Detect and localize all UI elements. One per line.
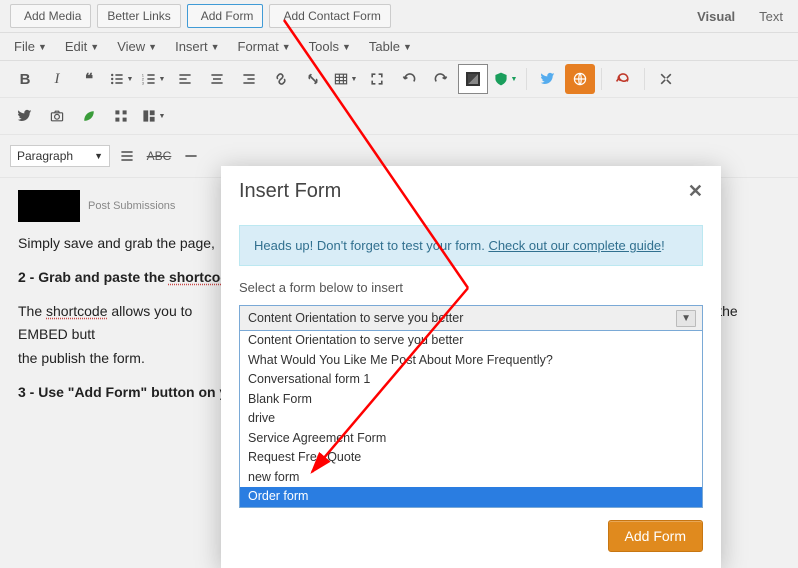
- add-form-button-top[interactable]: Add Form: [187, 4, 264, 28]
- link-button[interactable]: [266, 64, 296, 94]
- insert-table-button[interactable]: ▼: [330, 64, 360, 94]
- form-option[interactable]: Conversational form 1: [240, 370, 702, 390]
- leaf-icon[interactable]: [74, 101, 104, 131]
- better-links-label: Better Links: [107, 9, 170, 23]
- menu-insert[interactable]: Insert ▼: [175, 39, 219, 54]
- modal-title: Insert Form: [239, 180, 341, 203]
- form-option[interactable]: drive: [240, 409, 702, 429]
- menu-tools[interactable]: Tools ▼: [309, 39, 351, 54]
- blockquote-button[interactable]: ❝: [74, 64, 104, 94]
- twitter-icon-2[interactable]: [10, 101, 40, 131]
- shield-icon[interactable]: ▼: [490, 64, 520, 94]
- camera-icon[interactable]: [42, 101, 72, 131]
- formatting-toolbar-2: ▼: [0, 98, 798, 135]
- justify-button[interactable]: [112, 141, 142, 171]
- add-media-button[interactable]: Add Media: [10, 4, 91, 28]
- menu-table[interactable]: Table ▼: [369, 39, 412, 54]
- media-buttons-row: Add Media Better Links Add Form Add Cont…: [0, 0, 798, 33]
- guide-link[interactable]: Check out our complete guide: [488, 238, 661, 253]
- form-select[interactable]: Content Orientation to serve you better: [239, 305, 703, 331]
- chevron-down-icon: ▼: [211, 42, 220, 52]
- italic-button[interactable]: I: [42, 64, 72, 94]
- form-option[interactable]: new form: [240, 468, 702, 488]
- grid-icon[interactable]: [106, 101, 136, 131]
- refresh-icon[interactable]: [608, 64, 638, 94]
- chevron-down-icon: ▼: [282, 42, 291, 52]
- align-left-button[interactable]: [170, 64, 200, 94]
- layout-icon[interactable]: ▼: [138, 101, 168, 131]
- modal-add-form-button[interactable]: Add Form: [608, 520, 703, 552]
- modal-close-button[interactable]: ✕: [688, 181, 703, 202]
- undo-button[interactable]: [394, 64, 424, 94]
- paragraph-format-select[interactable]: Paragraph ▼: [10, 145, 110, 167]
- form-option[interactable]: Content Orientation to serve you better: [240, 331, 702, 351]
- form-option[interactable]: Service Agreement Form: [240, 429, 702, 449]
- align-center-button[interactable]: [202, 64, 232, 94]
- menu-edit[interactable]: Edit ▼: [65, 39, 99, 54]
- chevron-down-icon: ▼: [148, 42, 157, 52]
- modal-alert: Heads up! Don't forget to test your form…: [239, 225, 703, 266]
- visual-tab[interactable]: Visual: [692, 6, 740, 27]
- thumbnail-image: [18, 190, 80, 222]
- unlink-button[interactable]: [298, 64, 328, 94]
- text-tab[interactable]: Text: [754, 6, 788, 27]
- svg-text:3: 3: [141, 81, 144, 86]
- menu-view[interactable]: View ▼: [117, 39, 157, 54]
- numbered-list-button[interactable]: 123▼: [138, 64, 168, 94]
- form-select-label: Select a form below to insert: [221, 280, 721, 305]
- chevron-down-icon: ▼: [94, 151, 103, 161]
- chevron-down-icon: ▼: [403, 42, 412, 52]
- add-contact-form-button[interactable]: Add Contact Form: [269, 4, 390, 28]
- add-media-label: Add Media: [24, 9, 81, 23]
- bullet-list-button[interactable]: ▼: [106, 64, 136, 94]
- paragraph-format-label: Paragraph: [17, 149, 73, 163]
- form-select-value: Content Orientation to serve you better: [248, 311, 463, 325]
- image-box-icon[interactable]: [458, 64, 488, 94]
- insert-form-modal: Insert Form ✕ Heads up! Don't forget to …: [221, 166, 721, 568]
- editor-mode-tabs: Visual Text: [692, 6, 788, 27]
- chevron-down-icon: ▼: [342, 42, 351, 52]
- chevron-down-icon: ▼: [38, 42, 47, 52]
- bold-button[interactable]: B: [10, 64, 40, 94]
- menu-bar: File ▼ Edit ▼ View ▼ Insert ▼ Format ▼ T…: [0, 33, 798, 61]
- twitter-icon[interactable]: [533, 64, 563, 94]
- menu-file[interactable]: File ▼: [14, 39, 47, 54]
- add-form-top-label: Add Form: [201, 9, 254, 23]
- better-links-button[interactable]: Better Links: [97, 4, 180, 28]
- form-option[interactable]: Request Free Quote: [240, 448, 702, 468]
- form-option[interactable]: What Would You Like Me Post About More F…: [240, 351, 702, 371]
- expand-icon[interactable]: [651, 64, 681, 94]
- horizontal-rule-button[interactable]: [176, 141, 206, 171]
- thumbnail-label: Post Submissions: [88, 197, 175, 216]
- fullscreen-button[interactable]: [362, 64, 392, 94]
- chevron-down-icon: ▼: [90, 42, 99, 52]
- globe-icon[interactable]: [565, 64, 595, 94]
- form-option-selected[interactable]: Order form: [240, 487, 702, 507]
- redo-button[interactable]: [426, 64, 456, 94]
- align-right-button[interactable]: [234, 64, 264, 94]
- form-select-dropdown: Content Orientation to serve you better …: [239, 331, 703, 508]
- add-contact-form-label: Add Contact Form: [283, 9, 380, 23]
- strikethrough-button[interactable]: ABC: [144, 141, 174, 171]
- menu-format[interactable]: Format ▼: [238, 39, 291, 54]
- formatting-toolbar-1: B I ❝ ▼ 123▼ ▼ ▼: [0, 61, 798, 98]
- form-option[interactable]: Blank Form: [240, 390, 702, 410]
